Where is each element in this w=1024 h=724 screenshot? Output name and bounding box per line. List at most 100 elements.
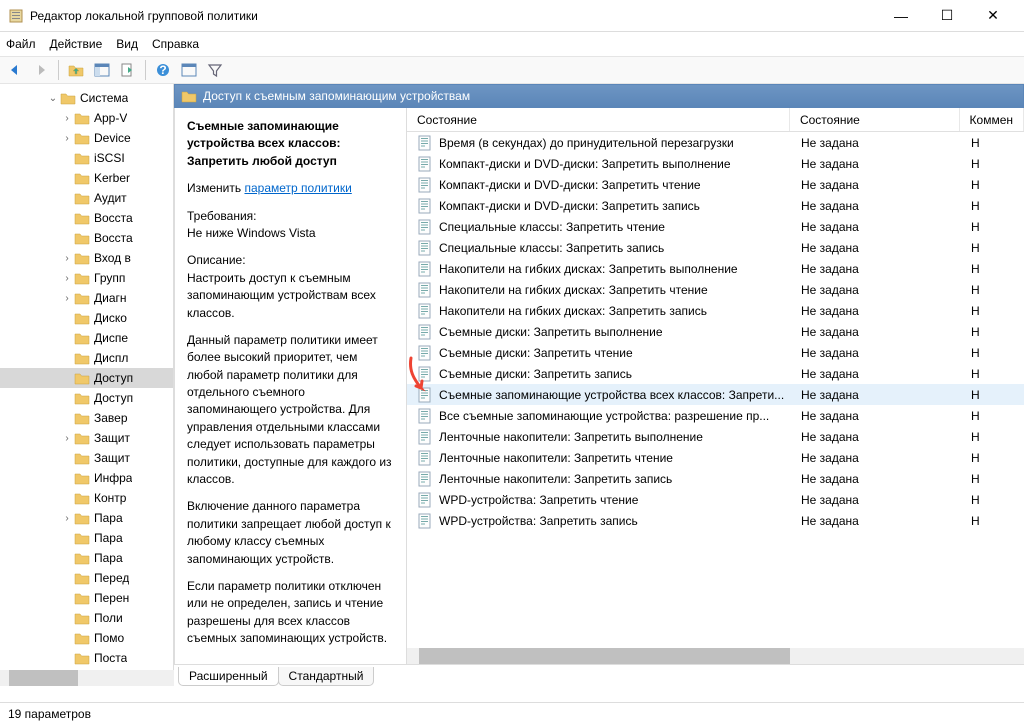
menu-view[interactable]: Вид [116,37,138,51]
policy-name: Специальные классы: Запретить запись [439,241,664,255]
policy-row[interactable]: Съемные диски: Запретить чтениеНе задана… [407,342,1024,363]
policy-name: Время (в секундах) до принудительной пер… [439,136,734,150]
policy-comment: Н [961,367,1024,381]
policy-row[interactable]: Накопители на гибких дисках: Запретить ч… [407,279,1024,300]
policy-state: Не задана [791,199,961,213]
tree-item[interactable]: Восста [0,208,173,228]
policy-name: Съемные диски: Запретить чтение [439,346,633,360]
tree-item[interactable]: Пара [0,528,173,548]
tree-label: Диско [94,311,127,325]
policy-state: Не задана [791,430,961,444]
tree-item[interactable]: Поли [0,608,173,628]
policy-row[interactable]: Компакт-диски и DVD-диски: Запретить вып… [407,153,1024,174]
chevron-right-icon[interactable] [60,253,74,264]
chevron-right-icon[interactable] [60,273,74,284]
maximize-button[interactable]: ☐ [924,1,970,31]
tab-extended[interactable]: Расширенный [178,667,279,686]
tree-item[interactable]: Device [0,128,173,148]
properties-button[interactable] [178,59,200,81]
list-hscrollbar[interactable] [407,648,1024,664]
tree-item[interactable]: Восста [0,228,173,248]
export-button[interactable] [117,59,139,81]
tree-item[interactable]: Вход в [0,248,173,268]
show-hide-tree-button[interactable] [91,59,113,81]
folder-icon [181,89,197,103]
tree-item[interactable]: Диспе [0,328,173,348]
tree-item[interactable]: Завер [0,408,173,428]
policy-name: Накопители на гибких дисках: Запретить з… [439,304,707,318]
policy-row[interactable]: Съемные диски: Запретить записьНе задана… [407,363,1024,384]
tree-item[interactable]: Групп [0,268,173,288]
tree-label: Диспе [94,331,128,345]
tree-item[interactable]: Перен [0,588,173,608]
menu-file[interactable]: Файл [6,37,36,51]
chevron-right-icon[interactable] [60,133,74,144]
col-state[interactable]: Состояние [790,108,960,131]
tab-standard[interactable]: Стандартный [278,667,375,686]
policy-row[interactable]: Специальные классы: Запретить записьНе з… [407,237,1024,258]
tree-item[interactable]: iSCSI [0,148,173,168]
tree-item[interactable]: Защит [0,428,173,448]
tree-item[interactable]: Пара [0,548,173,568]
policy-row[interactable]: Накопители на гибких дисках: Запретить в… [407,258,1024,279]
chevron-right-icon[interactable] [60,513,74,524]
edit-policy-link[interactable]: параметр политики [244,181,351,195]
policy-name: Ленточные накопители: Запретить запись [439,472,672,486]
tree-item[interactable]: Kerber [0,168,173,188]
chevron-right-icon[interactable] [60,433,74,444]
tree-item[interactable]: Помо [0,628,173,648]
policy-comment: Н [961,325,1024,339]
col-comment[interactable]: Коммен [960,108,1024,131]
col-name[interactable]: Состояние [407,108,790,131]
policy-row[interactable]: Компакт-диски и DVD-диски: Запретить зап… [407,195,1024,216]
chevron-right-icon[interactable] [60,293,74,304]
policy-row[interactable]: Съемные запоминающие устройства всех кла… [407,384,1024,405]
list-body[interactable]: Время (в секундах) до принудительной пер… [407,132,1024,648]
tree-item[interactable]: Инфра [0,468,173,488]
filter-button[interactable] [204,59,226,81]
help-button[interactable]: ? [152,59,174,81]
tree-item[interactable]: Контр [0,488,173,508]
policy-row[interactable]: Ленточные накопители: Запретить выполнен… [407,426,1024,447]
tree-item[interactable]: Диско [0,308,173,328]
policy-row[interactable]: Все съемные запоминающие устройства: раз… [407,405,1024,426]
tree-item[interactable]: Доступ [0,368,173,388]
forward-button[interactable] [30,59,52,81]
back-button[interactable] [4,59,26,81]
menu-help[interactable]: Справка [152,37,199,51]
policy-row[interactable]: WPD-устройства: Запретить чтениеНе задан… [407,489,1024,510]
desc-para3: Включение данного параметра политики зап… [187,498,394,568]
tree-hscrollbar[interactable] [0,670,174,686]
policy-row[interactable]: Ленточные накопители: Запретить записьНе… [407,468,1024,489]
tree-item[interactable]: Перед [0,568,173,588]
minimize-button[interactable]: — [878,1,924,31]
close-button[interactable]: ✕ [970,1,1016,31]
policy-row[interactable]: Компакт-диски и DVD-диски: Запретить чте… [407,174,1024,195]
tree-item[interactable]: Защит [0,448,173,468]
tree-item[interactable]: Диспл [0,348,173,368]
tree-item[interactable]: Пара [0,508,173,528]
policy-row[interactable]: Съемные диски: Запретить выполнениеНе за… [407,321,1024,342]
policy-state: Не задана [791,514,961,528]
chevron-down-icon[interactable] [46,93,60,104]
tree-root[interactable]: Система [0,88,173,108]
tree-item[interactable]: Диагн [0,288,173,308]
policy-row[interactable]: WPD-устройства: Запретить записьНе задан… [407,510,1024,531]
policy-row[interactable]: Накопители на гибких дисках: Запретить з… [407,300,1024,321]
chevron-right-icon[interactable] [60,113,74,124]
tree-label: Защит [94,451,130,465]
policy-row[interactable]: Время (в секундах) до принудительной пер… [407,132,1024,153]
up-button[interactable] [65,59,87,81]
tree-item[interactable]: Поста [0,648,173,668]
tree-item[interactable]: App-V [0,108,173,128]
policy-state: Не задана [791,283,961,297]
menu-action[interactable]: Действие [50,37,103,51]
policy-row[interactable]: Ленточные накопители: Запретить чтениеНе… [407,447,1024,468]
policy-comment: Н [961,388,1024,402]
policy-state: Не задана [791,136,961,150]
tree-item[interactable]: Аудит [0,188,173,208]
tree-item[interactable]: Доступ [0,388,173,408]
policy-row[interactable]: Специальные классы: Запретить чтениеНе з… [407,216,1024,237]
tree-label: Система [80,91,128,105]
tree-pane[interactable]: СистемаApp-VDeviceiSCSIKerberАудитВосста… [0,84,174,686]
